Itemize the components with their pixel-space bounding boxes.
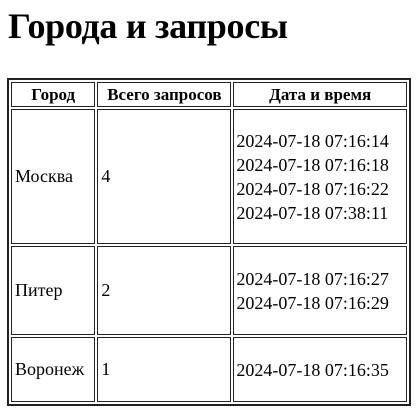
total-requests-cell: 1 <box>97 337 232 402</box>
column-header-city: Город <box>11 82 96 107</box>
datetime-cell: 2024-07-18 07:16:27 2024-07-18 07:16:29 <box>233 246 407 335</box>
timestamp: 2024-07-18 07:16:29 <box>236 292 389 313</box>
total-requests-cell: 2 <box>97 246 232 335</box>
city-cell: Москва <box>11 109 96 244</box>
city-cell: Воронеж <box>11 337 96 402</box>
table-row: Воронеж 1 2024-07-18 07:16:35 <box>11 337 407 402</box>
cities-table: Город Всего запросов Дата и время Москва… <box>7 78 411 406</box>
timestamp: 2024-07-18 07:16:35 <box>236 359 389 380</box>
city-cell: Питер <box>11 246 96 335</box>
page-title: Города и запросы <box>8 6 288 46</box>
table-row: Питер 2 2024-07-18 07:16:27 2024-07-18 0… <box>11 246 407 335</box>
datetime-cell: 2024-07-18 07:16:35 <box>233 337 407 402</box>
timestamp: 2024-07-18 07:16:27 <box>236 268 389 289</box>
column-header-total-requests: Всего запросов <box>97 82 232 107</box>
table-row: Москва 4 2024-07-18 07:16:14 2024-07-18 … <box>11 109 407 244</box>
datetime-cell: 2024-07-18 07:16:14 2024-07-18 07:16:18 … <box>233 109 407 244</box>
timestamp: 2024-07-18 07:38:11 <box>236 202 389 223</box>
timestamp: 2024-07-18 07:16:22 <box>236 178 389 199</box>
timestamp: 2024-07-18 07:16:18 <box>236 154 389 175</box>
timestamp: 2024-07-18 07:16:14 <box>236 130 389 151</box>
table-header-row: Город Всего запросов Дата и время <box>11 82 407 107</box>
total-requests-cell: 4 <box>97 109 232 244</box>
column-header-datetime: Дата и время <box>233 82 407 107</box>
